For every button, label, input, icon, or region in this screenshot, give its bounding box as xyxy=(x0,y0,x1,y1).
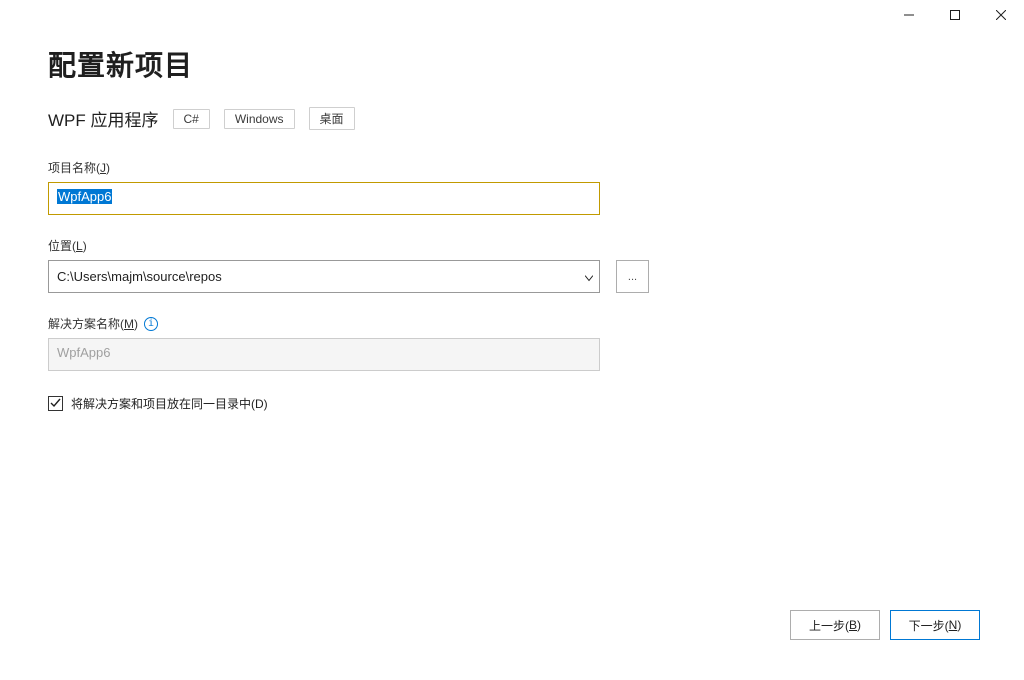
tag-csharp: C# xyxy=(173,109,210,129)
location-label: 位置(L) xyxy=(48,237,976,254)
check-icon xyxy=(50,398,61,409)
solution-name-field: 解决方案名称(M) i WpfApp6 xyxy=(48,315,976,371)
label-hotkey: D xyxy=(255,397,264,411)
label-text-post: ) xyxy=(106,161,110,175)
label-text-post: ) xyxy=(134,317,138,331)
location-value: C:\Users\majm\source\repos xyxy=(57,269,222,284)
label-hotkey: L xyxy=(76,239,83,253)
label-text-post: ) xyxy=(83,239,87,253)
location-field: 位置(L) C:\Users\majm\source\repos ... xyxy=(48,237,976,293)
same-directory-checkbox-row[interactable]: 将解决方案和项目放在同一目录中(D) xyxy=(48,395,976,412)
same-directory-checkbox[interactable] xyxy=(48,396,63,411)
label-text-post: ) xyxy=(264,397,268,411)
location-row: C:\Users\majm\source\repos ... xyxy=(48,260,976,293)
close-button[interactable] xyxy=(978,0,1024,30)
project-name-value: WpfApp6 xyxy=(57,189,112,204)
project-name-label: 项目名称(J) xyxy=(48,159,976,176)
browse-button[interactable]: ... xyxy=(616,260,649,293)
chevron-down-icon xyxy=(585,269,593,284)
label-hotkey: M xyxy=(124,317,134,331)
label-text: 项目名称( xyxy=(48,161,100,175)
location-combobox[interactable]: C:\Users\majm\source\repos xyxy=(48,260,600,293)
minimize-button[interactable] xyxy=(886,0,932,30)
template-name: WPF 应用程序 xyxy=(48,106,159,131)
back-label-pre: 上一步( xyxy=(809,617,849,634)
maximize-icon xyxy=(950,10,960,20)
maximize-button[interactable] xyxy=(932,0,978,30)
page-title: 配置新项目 xyxy=(48,44,976,84)
back-button[interactable]: 上一步(B) xyxy=(790,610,880,640)
solution-name-label: 解决方案名称(M) xyxy=(48,315,138,332)
footer-buttons: 上一步(B) 下一步(N) xyxy=(790,610,980,640)
minimize-icon xyxy=(904,10,914,20)
next-button[interactable]: 下一步(N) xyxy=(890,610,980,640)
info-icon[interactable]: i xyxy=(144,317,158,331)
next-hotkey: N xyxy=(949,618,958,632)
solution-placeholder: WpfApp6 xyxy=(57,345,110,360)
tag-windows: Windows xyxy=(224,109,295,129)
same-directory-label: 将解决方案和项目放在同一目录中(D) xyxy=(71,395,268,412)
tag-desktop: 桌面 xyxy=(309,107,355,130)
label-text: 将解决方案和项目放在同一目录中( xyxy=(71,397,255,411)
next-label-pre: 下一步( xyxy=(909,617,949,634)
browse-ellipsis: ... xyxy=(628,271,637,283)
close-icon xyxy=(996,10,1006,20)
back-hotkey: B xyxy=(849,618,857,632)
project-name-input[interactable]: WpfApp6 xyxy=(48,182,600,215)
label-text: 解决方案名称( xyxy=(48,317,124,331)
subtitle-row: WPF 应用程序 C# Windows 桌面 xyxy=(48,106,976,131)
project-name-field: 项目名称(J) WpfApp6 xyxy=(48,159,976,215)
next-label-post: ) xyxy=(957,618,961,632)
label-text: 位置( xyxy=(48,239,76,253)
back-label-post: ) xyxy=(857,618,861,632)
window-controls xyxy=(886,0,1024,30)
solution-name-input: WpfApp6 xyxy=(48,338,600,371)
solution-label-row: 解决方案名称(M) i xyxy=(48,315,976,332)
main-content: 配置新项目 WPF 应用程序 C# Windows 桌面 项目名称(J) Wpf… xyxy=(48,34,976,412)
